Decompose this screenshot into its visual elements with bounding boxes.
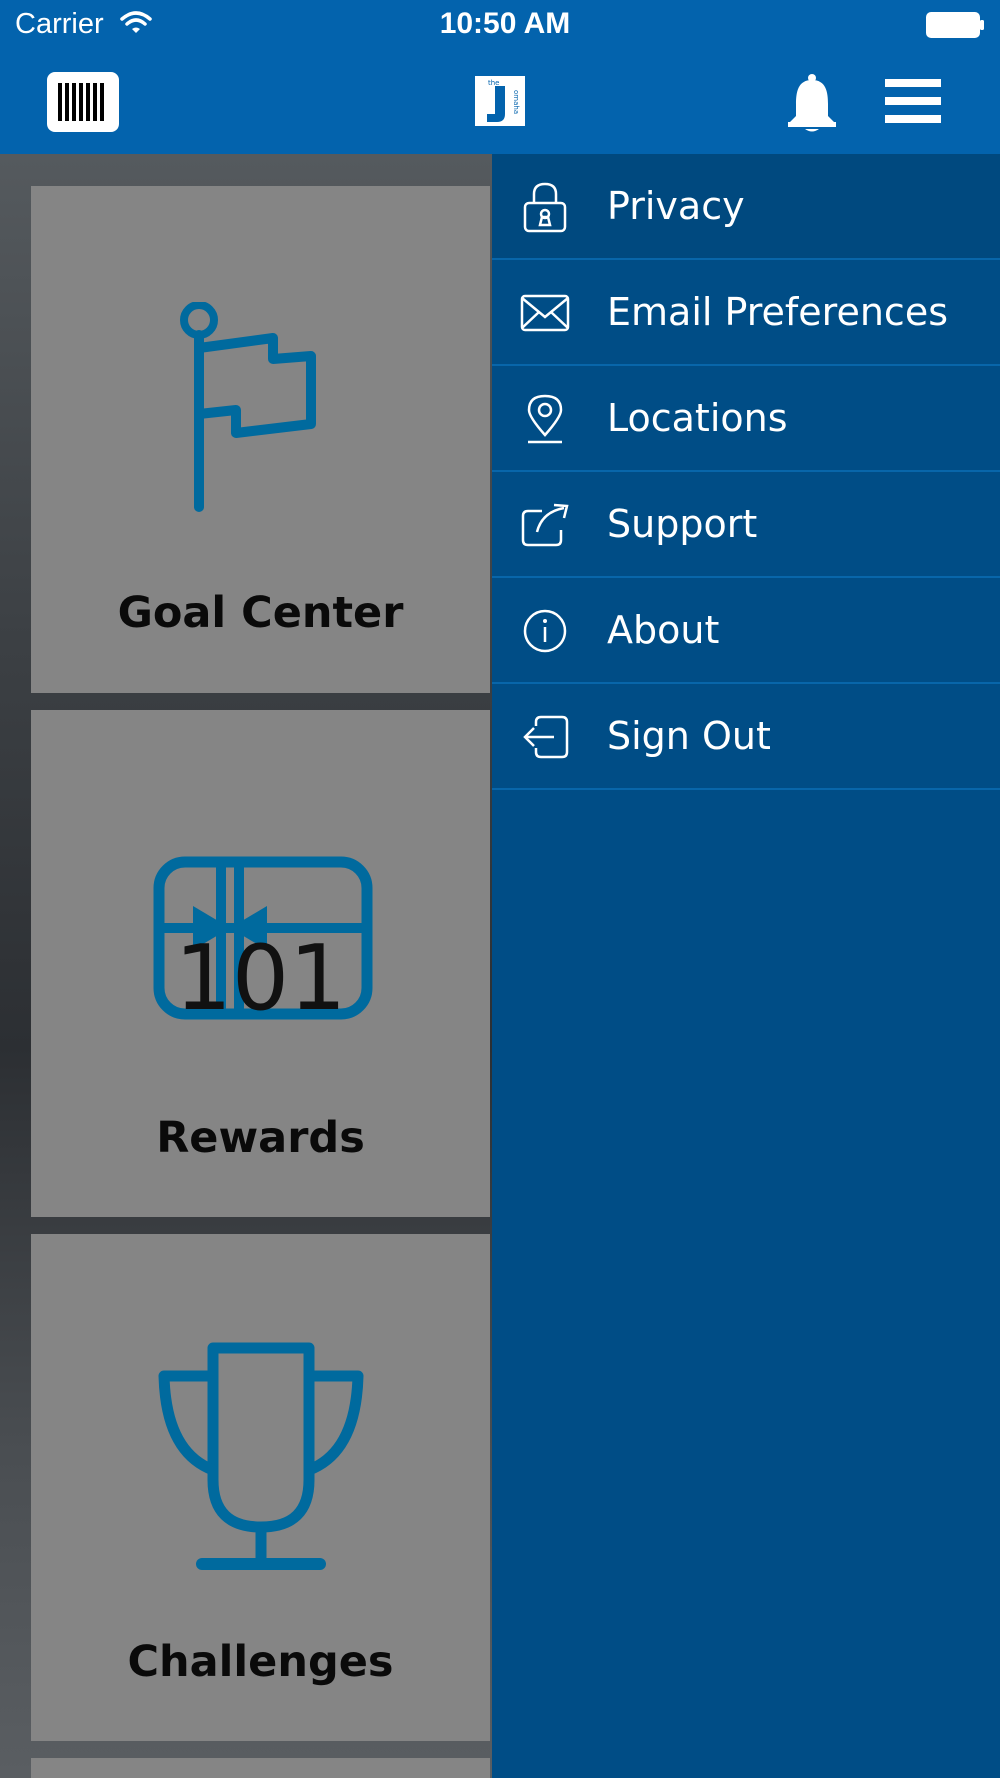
nav-bar: the omaha: [0, 52, 1000, 154]
menu-item-label: Locations: [607, 396, 788, 440]
logo-the-text: the: [488, 79, 500, 87]
menu-item-about[interactable]: About: [492, 578, 1000, 684]
bell-icon: [788, 74, 836, 132]
side-menu: Privacy Email Preferences Locations Supp…: [492, 154, 1000, 1778]
sign-out-icon: [520, 710, 570, 764]
logo-omaha-text: omaha: [512, 90, 520, 114]
menu-item-label: Support: [607, 502, 758, 546]
menu-item-privacy[interactable]: Privacy: [492, 154, 1000, 260]
next-tile[interactable]: [31, 1758, 490, 1778]
hamburger-menu-icon: [885, 79, 941, 123]
home-tiles-area: Goal Center 101 Rewards Challenges: [0, 154, 492, 1778]
map-pin-icon: [520, 392, 570, 446]
challenges-label: Challenges: [127, 1637, 394, 1687]
hamburger-menu-button[interactable]: [885, 76, 941, 126]
status-bar: Carrier 10:50 AM: [0, 0, 1000, 52]
battery-icon: [926, 12, 986, 42]
notifications-button[interactable]: [785, 72, 839, 134]
menu-item-label: Privacy: [607, 184, 745, 228]
flag-icon: [180, 302, 316, 512]
goal-center-tile[interactable]: Goal Center: [31, 186, 490, 693]
menu-item-locations[interactable]: Locations: [492, 366, 1000, 472]
menu-item-label: About: [607, 608, 720, 652]
trophy-icon: [158, 1342, 364, 1570]
app-screen: Carrier 10:50 AM the omaha Goal Center 1…: [0, 0, 1000, 1778]
external-link-icon: [520, 498, 570, 552]
envelope-icon: [520, 286, 570, 340]
info-icon: [520, 604, 570, 658]
goal-center-label: Goal Center: [117, 588, 404, 638]
rewards-count-badge: 101: [174, 926, 347, 1031]
status-time: 10:50 AM: [439, 7, 571, 40]
menu-item-label: Email Preferences: [607, 290, 948, 334]
barcode-button[interactable]: [47, 72, 119, 132]
lock-icon: [520, 180, 570, 234]
barcode-icon: [58, 83, 104, 121]
the-j-omaha-logo[interactable]: the omaha: [475, 76, 525, 126]
menu-item-email-preferences[interactable]: Email Preferences: [492, 260, 1000, 366]
challenges-tile[interactable]: Challenges: [31, 1234, 490, 1741]
rewards-tile[interactable]: 101 Rewards: [31, 710, 490, 1217]
menu-item-sign-out[interactable]: Sign Out: [492, 684, 1000, 790]
menu-item-label: Sign Out: [607, 714, 771, 758]
rewards-label: Rewards: [156, 1113, 365, 1163]
menu-item-support[interactable]: Support: [492, 472, 1000, 578]
